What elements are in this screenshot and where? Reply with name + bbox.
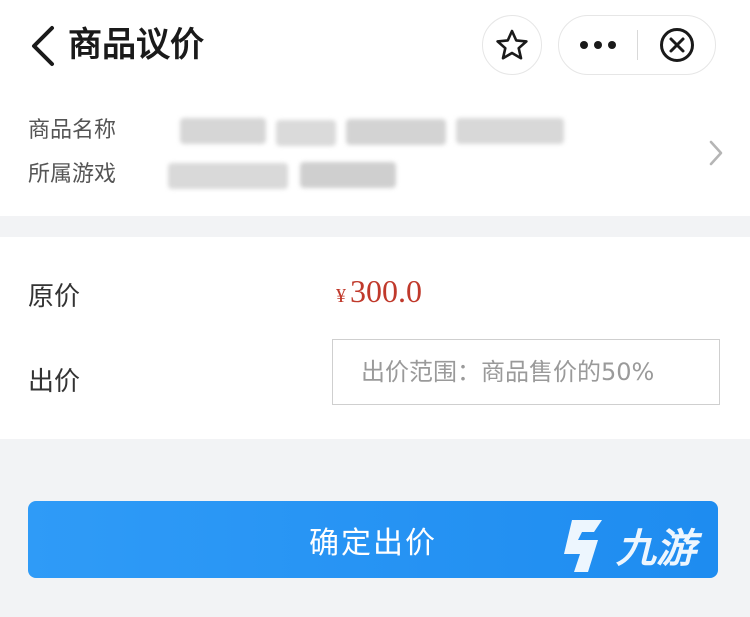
close-circle-icon [660, 28, 694, 62]
more-dots-icon [580, 41, 616, 49]
offer-label: 出价 [28, 367, 81, 397]
chevron-left-icon [32, 26, 54, 66]
confirm-offer-button[interactable]: 确定出价 [28, 501, 718, 578]
star-outline-icon [496, 29, 528, 60]
original-price-value: ¥300.0 [336, 273, 422, 316]
page-title: 商品议价 [68, 25, 204, 65]
back-button[interactable] [28, 24, 60, 68]
original-price-amount: 300.0 [350, 273, 422, 309]
capsule-divider [637, 30, 638, 60]
close-button[interactable] [639, 16, 715, 74]
nav-header: 商品议价 [0, 0, 750, 92]
goods-info-row[interactable]: 商品名称 所属游戏 [0, 92, 750, 216]
mini-program-capsule [558, 15, 716, 75]
favorite-button[interactable] [482, 15, 542, 75]
goods-name-label: 商品名称 [28, 118, 117, 143]
original-price-label: 原价 [28, 282, 81, 312]
chevron-right-icon [709, 140, 723, 166]
more-button[interactable] [559, 16, 637, 74]
offer-form: 原价 ¥300.0 出价 [0, 237, 750, 439]
currency-symbol: ¥ [336, 285, 346, 307]
game-label: 所属游戏 [28, 162, 117, 187]
offer-input[interactable] [332, 339, 720, 405]
